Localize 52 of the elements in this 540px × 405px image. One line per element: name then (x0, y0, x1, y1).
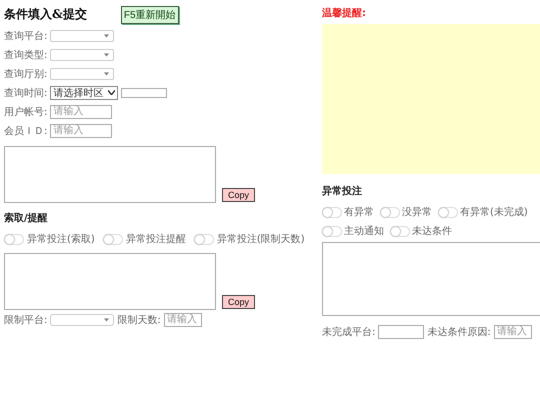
dropdown[interactable] (50, 68, 114, 80)
text-area[interactable] (4, 146, 216, 203)
dropdown[interactable] (50, 48, 114, 60)
toggle-switch[interactable] (390, 226, 410, 236)
toggle-label: 主动通知 (344, 224, 384, 238)
section-title: 索取/提醒 (4, 212, 49, 225)
caret-icon (104, 318, 110, 322)
toggle-switch[interactable] (194, 234, 214, 244)
toggle-switch[interactable] (4, 234, 24, 244)
toggle-switch[interactable] (380, 206, 400, 218)
timezone-dropdown[interactable]: 请选择时区 (50, 86, 118, 100)
toggle-switch[interactable] (438, 206, 458, 218)
caret-icon (108, 90, 116, 95)
field-label: 查询平台: (4, 30, 48, 42)
form-title: 条件填入&提交 (4, 6, 87, 23)
field-label: 查询厅别: (4, 68, 48, 80)
field-label: 未完成平台: (322, 326, 376, 338)
dropdown[interactable] (50, 30, 114, 42)
field-label: 用户帐号: (4, 106, 48, 118)
input-field[interactable]: 请输入 (494, 324, 532, 338)
input-field[interactable]: 请输入 (50, 124, 112, 138)
dropdown[interactable] (50, 314, 114, 326)
toggle-label: 异常投注(限制天数) (216, 232, 305, 246)
time-field[interactable] (121, 88, 168, 98)
field-label: 查询类型: (4, 48, 48, 62)
caret-icon (104, 72, 110, 76)
toggle-label: 异常投注提醒 (126, 232, 186, 246)
notice-title: 温馨提醒: (322, 6, 367, 20)
copy-button[interactable]: Copy (222, 295, 256, 309)
toggle-label: 异常投注(索取) (27, 232, 95, 246)
caret-icon (104, 52, 110, 56)
caret-icon (104, 34, 110, 38)
toggle-label: 有异常 (344, 206, 374, 219)
restart-button[interactable]: F5重新開始 (120, 6, 179, 24)
toggle-label: 有异常(未完成) (460, 206, 528, 219)
toggle-switch[interactable] (322, 226, 342, 236)
toggle-switch[interactable] (102, 234, 123, 244)
copy-button[interactable]: Copy (222, 188, 256, 202)
field-label: 查询时间: (4, 86, 48, 100)
input-field[interactable]: 请输入 (164, 312, 202, 326)
section-title: 异常投注 (322, 184, 363, 198)
field-label: 限制平台: (4, 314, 48, 326)
text-area[interactable] (322, 242, 540, 316)
toggle-switch[interactable] (322, 206, 342, 218)
field-label: 会员ＩＤ: (4, 124, 48, 138)
text-area[interactable] (4, 253, 216, 310)
field-label: 限制天数: (117, 314, 161, 326)
input-field[interactable] (378, 324, 424, 338)
toggle-label: 未达条件 (412, 224, 452, 238)
field-label: 未达条件原因: (427, 326, 491, 338)
toggle-label: 没异常 (402, 206, 432, 219)
input-field[interactable]: 请输入 (50, 104, 112, 118)
